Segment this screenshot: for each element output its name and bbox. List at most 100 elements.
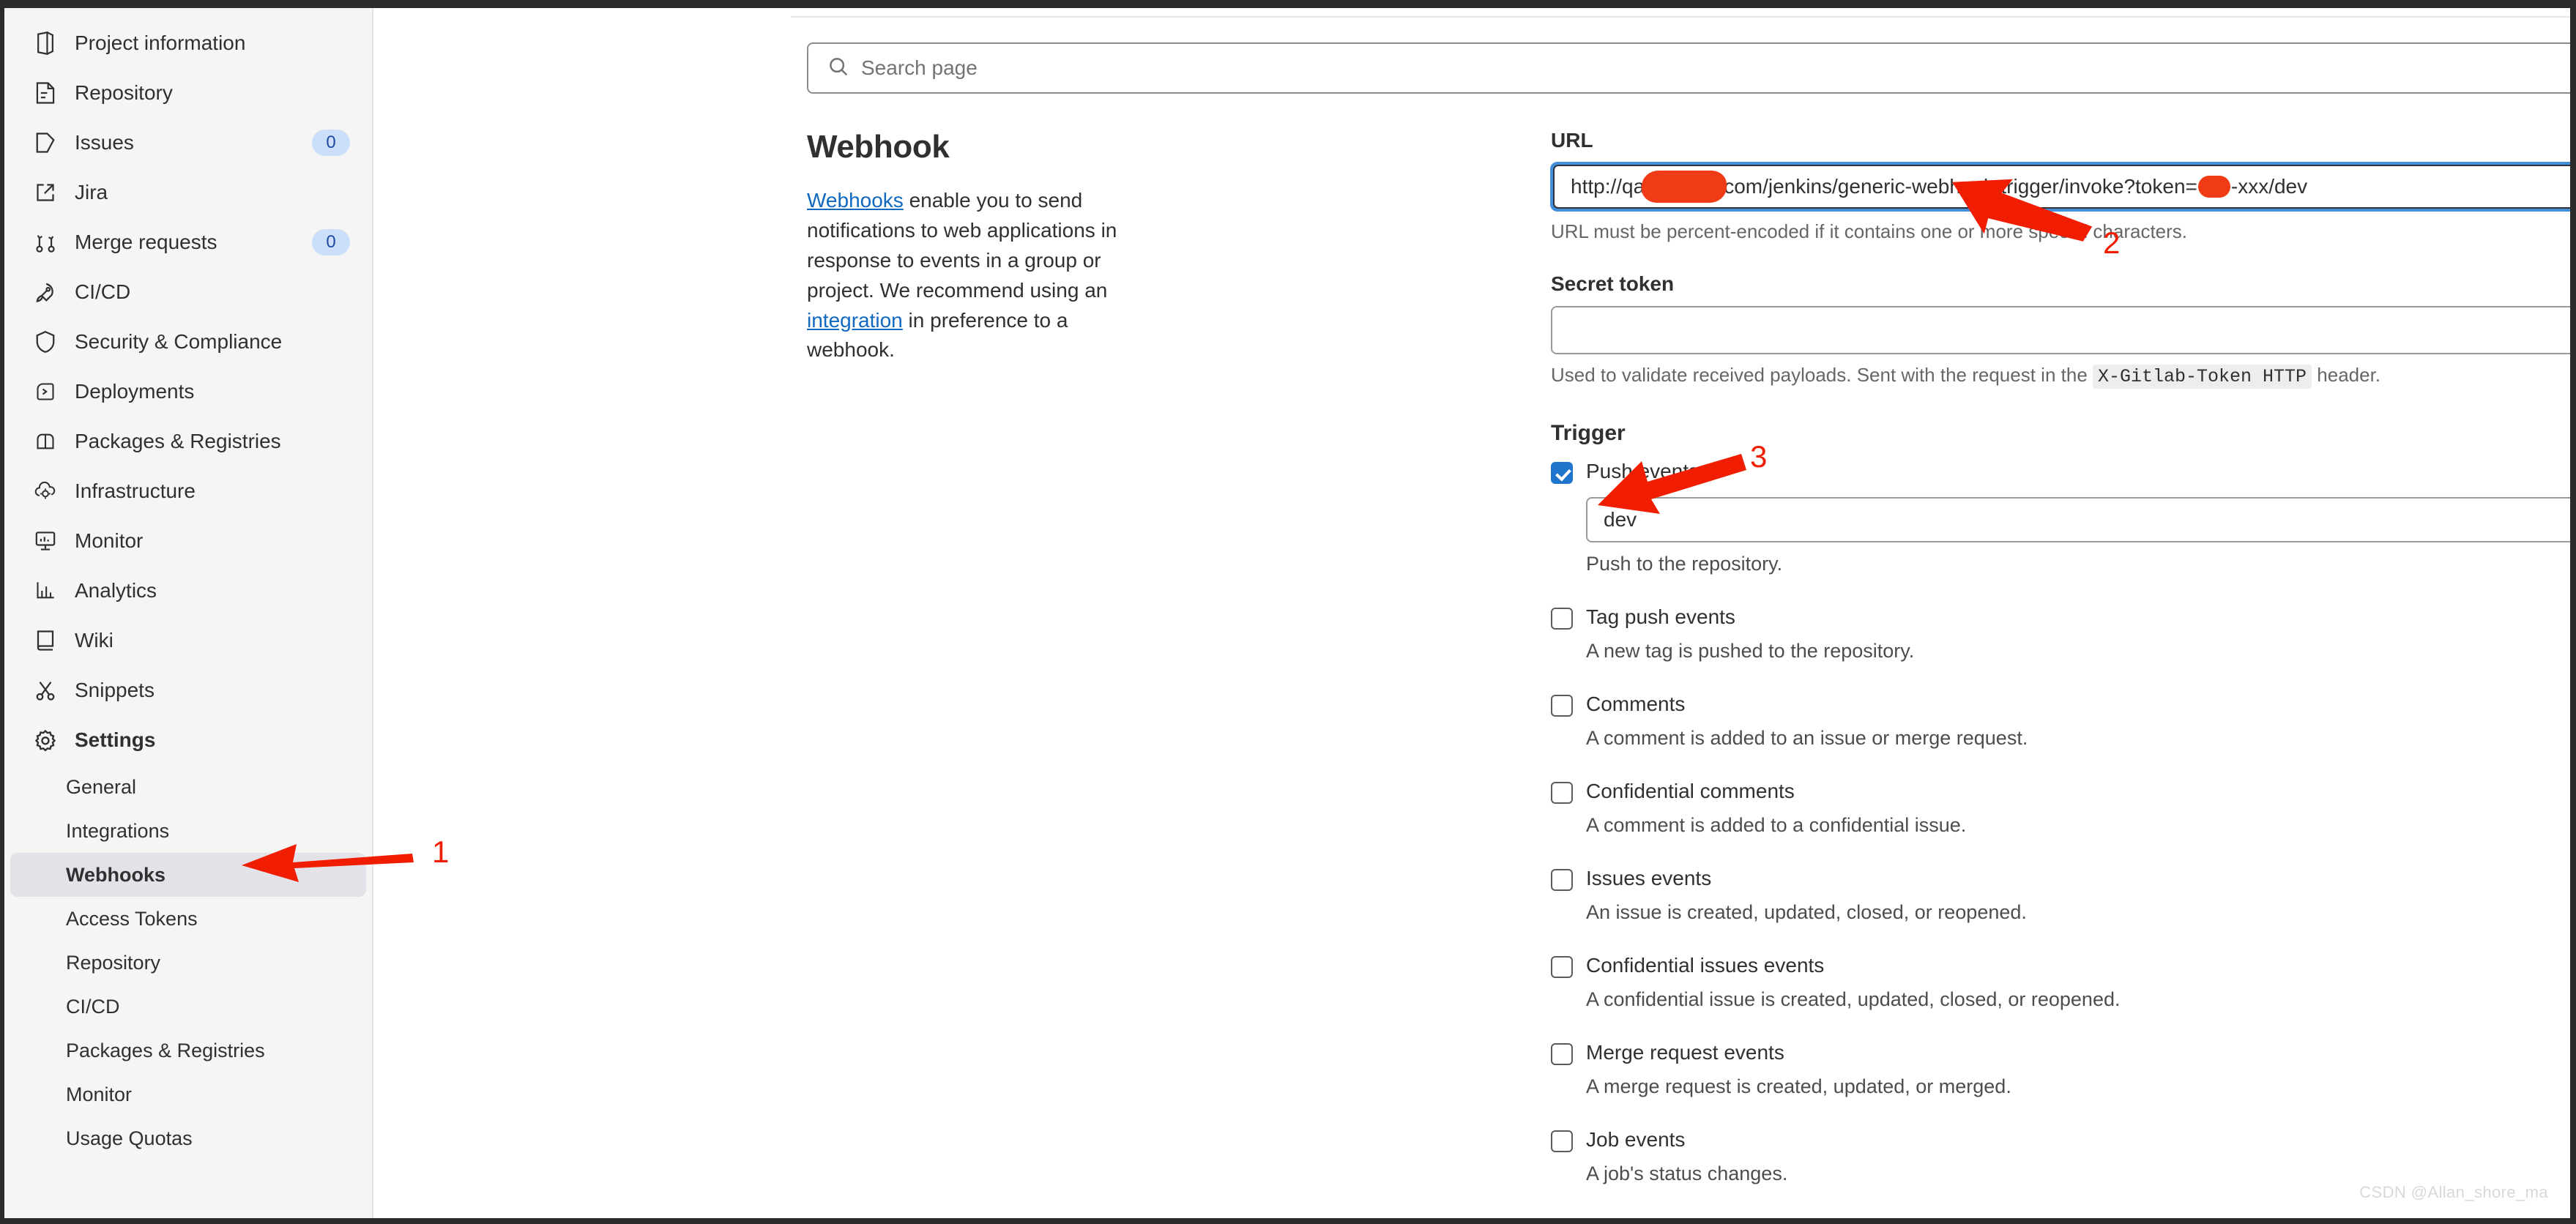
sidebar-subitem-label: Integrations [66, 820, 169, 843]
tag-push-events-row[interactable]: Tag push events [1551, 605, 2570, 630]
search-input[interactable]: Search page [807, 42, 2570, 94]
push-events-desc: Push to the repository. [1586, 553, 2570, 575]
sidebar-subitem-label: Repository [66, 952, 160, 974]
external-link-icon [31, 180, 60, 205]
secret-help-after: header. [2312, 364, 2380, 386]
sidebar-item-deployments[interactable]: Deployments [10, 367, 366, 417]
sidebar-item-ci-cd[interactable]: CI/CD [10, 267, 366, 317]
sidebar-subitem-access-tokens[interactable]: Access Tokens [10, 897, 366, 941]
sidebar-item-label: Jira [75, 182, 350, 203]
confidential-issues-events-row[interactable]: Confidential issues events [1551, 953, 2570, 978]
gitlab-token-header-code: X-Gitlab-Token HTTP [2093, 365, 2312, 389]
sidebar-subitem-integrations[interactable]: Integrations [10, 809, 366, 853]
sidebar-item-infrastructure[interactable]: Infrastructure [10, 466, 366, 516]
sidebar-subitem-repository[interactable]: Repository [10, 941, 366, 985]
sidebar-subitem-packages-registries[interactable]: Packages & Registries [10, 1029, 366, 1072]
comments-row[interactable]: Comments [1551, 692, 2570, 717]
sidebar-item-label: Merge requests [75, 232, 312, 253]
confidential-comments-checkbox[interactable] [1551, 782, 1573, 804]
sidebar-item-label: Analytics [75, 581, 350, 601]
push-events-branch-input[interactable]: dev [1586, 497, 2570, 542]
webhook-description-column: Webhook Webhooks enable you to send noti… [807, 129, 1136, 365]
window-chrome-right [2570, 0, 2576, 1224]
sidebar-item-wiki[interactable]: Wiki [10, 616, 366, 665]
sidebar-item-snippets[interactable]: Snippets [10, 665, 366, 715]
status-badge: 0 [312, 130, 350, 156]
integration-doc-link[interactable]: integration [807, 309, 903, 332]
merge-request-icon [31, 230, 60, 255]
url-field-label: URL [1551, 129, 2570, 152]
push-events-label: Push events [1586, 459, 1699, 484]
trigger-event-confidential-issues: Confidential issues events A confidentia… [1551, 953, 2570, 1011]
url-help-text: URL must be percent-encoded if it contai… [1551, 220, 2570, 243]
sidebar-item-packages-registries[interactable]: Packages & Registries [10, 417, 366, 466]
trigger-event-tag-push: Tag push events A new tag is pushed to t… [1551, 605, 2570, 663]
push-events-checkbox[interactable] [1551, 462, 1573, 484]
search-page-container: Search page [807, 42, 2570, 94]
webhook-form-column: URL http://qacom/jenkins/generic-webhook… [1551, 129, 2570, 1185]
job-events-checkbox[interactable] [1551, 1130, 1573, 1152]
project-info-icon [31, 31, 60, 56]
trigger-event-confidential-comments: Confidential comments A comment is added… [1551, 779, 2570, 837]
sidebar-item-label: CI/CD [75, 282, 350, 302]
sidebar-item-issues[interactable]: Issues 0 [10, 118, 366, 168]
trigger-event-merge-request: Merge request events A merge request is … [1551, 1040, 2570, 1098]
secret-token-input[interactable] [1551, 306, 2570, 354]
window-chrome-bottom [0, 1218, 2576, 1224]
webhooks-doc-link[interactable]: Webhooks [807, 189, 904, 212]
url-input[interactable]: http://qacom/jenkins/generic-webhook-tri… [1553, 165, 2570, 209]
project-sidebar: Project information Repository Issues 0 [4, 8, 373, 1218]
sidebar-item-label: Wiki [75, 630, 350, 651]
sidebar-item-label: Issues [75, 133, 312, 153]
url-value-mid: com/jenkins/generic-webhook-trigger/invo… [1724, 175, 2197, 198]
trigger-section-title: Trigger [1551, 421, 2570, 446]
sidebar-item-settings[interactable]: Settings [10, 715, 366, 765]
sidebar-item-merge-requests[interactable]: Merge requests 0 [10, 217, 366, 267]
main-content: Search page Webhook Webhooks enable you … [375, 8, 2570, 1218]
sidebar-subitem-label: Usage Quotas [66, 1127, 193, 1150]
sidebar-item-project-information[interactable]: Project information [10, 18, 366, 68]
issues-events-desc: An issue is created, updated, closed, or… [1586, 901, 2570, 924]
sidebar-item-security-compliance[interactable]: Security & Compliance [10, 317, 366, 367]
tag-push-events-checkbox[interactable] [1551, 608, 1573, 630]
push-events-row[interactable]: Push events [1551, 459, 2570, 484]
watermark: CSDN @Allan_shore_ma [2359, 1183, 2548, 1202]
page-title: Webhook [807, 129, 1136, 165]
sidebar-subitem-monitor[interactable]: Monitor [10, 1072, 366, 1116]
scissors-icon [31, 678, 60, 703]
job-events-row[interactable]: Job events [1551, 1127, 2570, 1152]
job-events-desc: A job's status changes. [1586, 1163, 2570, 1185]
confidential-issues-events-checkbox[interactable] [1551, 956, 1573, 978]
issues-events-row[interactable]: Issues events [1551, 866, 2570, 891]
sidebar-subitem-label: CI/CD [66, 996, 120, 1018]
sidebar-subitem-usage-quotas[interactable]: Usage Quotas [10, 1116, 366, 1160]
sidebar-item-label: Settings [75, 730, 350, 750]
sidebar-subitem-ci-cd[interactable]: CI/CD [10, 985, 366, 1029]
merge-request-events-row[interactable]: Merge request events [1551, 1040, 2570, 1065]
sidebar-item-label: Infrastructure [75, 481, 350, 501]
merge-request-events-checkbox[interactable] [1551, 1043, 1573, 1065]
annotation-number-1: 1 [432, 835, 449, 870]
confidential-issues-events-label: Confidential issues events [1586, 953, 1824, 978]
confidential-comments-row[interactable]: Confidential comments [1551, 779, 2570, 804]
trigger-event-push: Push events dev Push to the repository. [1551, 459, 2570, 575]
sidebar-item-repository[interactable]: Repository [10, 68, 366, 118]
issues-events-checkbox[interactable] [1551, 869, 1573, 891]
sidebar-item-analytics[interactable]: Analytics [10, 566, 366, 616]
status-badge: 0 [312, 229, 350, 255]
sidebar-subitem-general[interactable]: General [10, 765, 366, 809]
url-input-wrapper: http://qacom/jenkins/generic-webhook-tri… [1551, 163, 2570, 211]
secret-help-before: Used to validate received payloads. Sent… [1551, 364, 2093, 386]
trigger-event-job: Job events A job's status changes. [1551, 1127, 2570, 1185]
confidential-comments-desc: A comment is added to a confidential iss… [1586, 814, 2570, 837]
sidebar-item-jira[interactable]: Jira [10, 168, 366, 217]
app-window: Project information Repository Issues 0 [0, 0, 2576, 1224]
comments-checkbox[interactable] [1551, 695, 1573, 717]
tag-push-events-desc: A new tag is pushed to the repository. [1586, 640, 2570, 663]
window-chrome-top [0, 0, 2576, 8]
sidebar-subitem-webhooks[interactable]: Webhooks [10, 853, 366, 897]
book-icon [31, 628, 60, 653]
comments-desc: A comment is added to an issue or merge … [1586, 727, 2570, 750]
sidebar-item-monitor[interactable]: Monitor [10, 516, 366, 566]
webhook-description-text: Webhooks enable you to send notification… [807, 186, 1136, 365]
